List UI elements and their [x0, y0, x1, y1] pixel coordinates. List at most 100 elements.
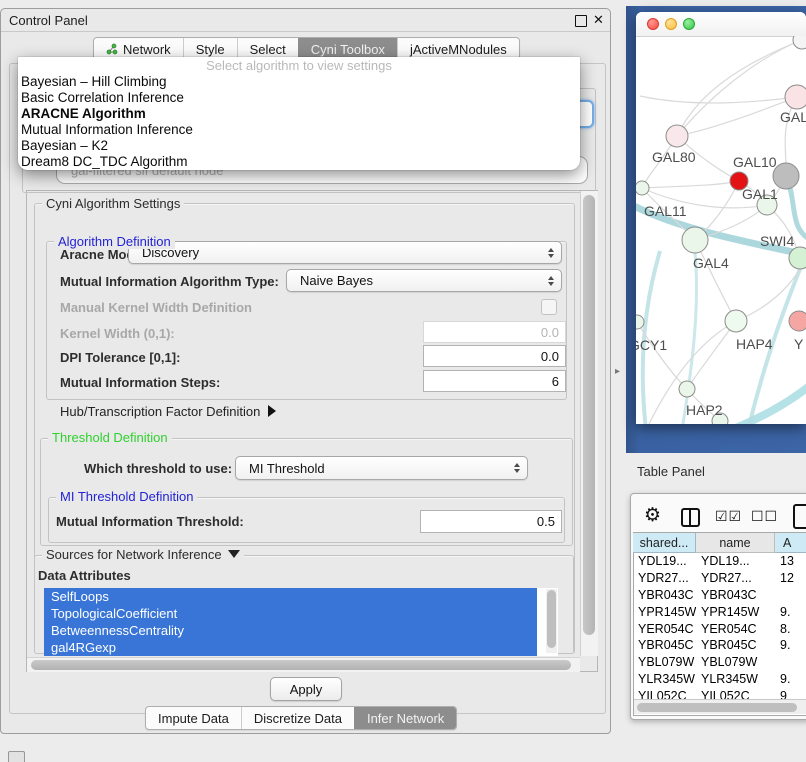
show-columns-icon[interactable] — [681, 508, 700, 527]
expander-arrow-icon — [268, 405, 276, 417]
gear-icon[interactable]: ⚙ — [644, 504, 661, 526]
table-cell: 12 — [775, 571, 806, 585]
table-cell: 9 — [775, 689, 806, 699]
network-node[interactable] — [725, 310, 747, 332]
which-threshold-value: MI Threshold — [249, 461, 325, 476]
tab-infer-network[interactable]: Infer Network — [354, 707, 456, 729]
network-node[interactable] — [636, 315, 644, 329]
table-scrollbar-thumb[interactable] — [637, 703, 797, 712]
select-all-columns-icon[interactable]: ☑☑ — [715, 509, 742, 525]
algorithm-option[interactable]: Dream8 DC_TDC Algorithm — [18, 154, 580, 170]
sources-title[interactable]: Sources for Network Inference — [42, 547, 244, 562]
hub-definition-expander[interactable]: Hub/Transcription Factor Definition — [60, 404, 276, 419]
tab-discretize-data[interactable]: Discretize Data — [241, 707, 354, 729]
data-attribute-item[interactable]: TopologicalCoefficient — [44, 605, 537, 622]
screen: Control Panel ✕ Network Style Select Cyn… — [0, 0, 806, 762]
dpi-tolerance-label: DPI Tolerance [0,1]: — [60, 350, 180, 365]
mi-threshold-field[interactable]: 0.5 — [420, 510, 562, 533]
column-header-name[interactable]: name — [696, 533, 775, 553]
mi-algorithm-type-combobox[interactable]: Naive Bayes — [286, 269, 562, 292]
window-minimize-button[interactable] — [665, 18, 677, 30]
attributes-list-scrollbar[interactable] — [546, 589, 557, 653]
mi-steps-field[interactable]: 6 — [423, 370, 566, 392]
network-node[interactable] — [785, 85, 806, 109]
kernel-width-value: 0.0 — [541, 325, 559, 340]
algorithm-option[interactable]: Basic Correlation Inference — [18, 90, 580, 106]
window-close-button[interactable] — [647, 18, 659, 30]
tab-impute-data[interactable]: Impute Data — [146, 707, 241, 729]
table-cell: YBL079W — [633, 655, 696, 669]
table-cell: YDL19... — [633, 554, 696, 568]
network-node[interactable] — [793, 36, 806, 49]
network-node[interactable] — [679, 381, 695, 397]
data-attribute-item[interactable]: BetweennessCentrality — [44, 622, 537, 639]
apply-button-label: Apply — [290, 682, 323, 697]
table-cell: YER054C — [633, 622, 696, 636]
network-node[interactable] — [666, 125, 688, 147]
network-node-label: HAP4 — [736, 336, 773, 352]
table-cell: YBR045C — [696, 638, 775, 652]
table-cell: 9. — [775, 605, 806, 619]
network-node[interactable] — [789, 311, 806, 331]
network-node-label: Y — [794, 336, 804, 352]
network-node-label: GAL4 — [693, 255, 729, 271]
table-body: YDL19...YDL19...13YDR27...YDR27...12YBR0… — [633, 553, 806, 699]
tab-infer-network-label: Infer Network — [367, 711, 444, 726]
horizontal-scrollbar-thumb[interactable] — [31, 660, 571, 670]
settings-horizontal-scrollbar[interactable] — [27, 657, 580, 672]
table-row[interactable]: YDR27...YDR27...12 — [633, 570, 806, 587]
table-row[interactable]: YLR345WYLR345W9. — [633, 671, 806, 688]
table-horizontal-scrollbar[interactable] — [634, 699, 806, 714]
network-canvas[interactable]: GALGAL80GAL10GAL1GAL11GAL4SWI4GCY1HAP4YH… — [636, 36, 806, 424]
table-cell: 13 — [775, 554, 806, 568]
split-pane-collapse-icon[interactable]: ▸ — [615, 366, 620, 377]
table-row[interactable]: YER054CYER054C8. — [633, 620, 806, 637]
table-cell: YDR27... — [696, 571, 775, 585]
mi-threshold-label: Mutual Information Threshold: — [56, 514, 244, 529]
table-row[interactable]: YBL079WYBL079W — [633, 654, 806, 671]
minimized-panel-icon[interactable] — [8, 751, 25, 762]
aracne-mode-combobox[interactable]: Discovery — [128, 241, 562, 264]
network-node[interactable] — [682, 227, 708, 253]
algorithm-option[interactable]: Mutual Information Inference — [18, 122, 580, 138]
table-row[interactable]: YBR045CYBR045C9. — [633, 637, 806, 654]
table-row[interactable]: YBR043CYBR043C — [633, 587, 806, 604]
network-node-label: GAL11 — [644, 203, 687, 219]
network-node[interactable] — [789, 247, 806, 269]
table-cell: YPR145W — [696, 605, 775, 619]
settings-vertical-scrollbar[interactable] — [580, 191, 598, 656]
column-header-partial[interactable]: A — [775, 533, 806, 553]
kernel-width-field[interactable]: 0.0 — [423, 321, 566, 343]
unselect-all-columns-icon[interactable]: ☐☐ — [751, 509, 778, 525]
apply-button[interactable]: Apply — [270, 677, 342, 701]
manual-kernel-width-checkbox[interactable] — [541, 299, 557, 315]
attributes-scrollbar-thumb[interactable] — [547, 590, 556, 648]
data-attribute-item[interactable]: SelfLoops — [44, 588, 537, 605]
close-icon[interactable]: ✕ — [593, 12, 604, 28]
mi-algorithm-type-value: Naive Bayes — [300, 273, 373, 288]
combo-arrows-icon — [548, 248, 554, 258]
table-panel-title: Table Panel — [637, 464, 705, 479]
algorithm-option[interactable]: Bayesian – Hill Climbing — [18, 74, 580, 90]
network-node[interactable] — [636, 181, 649, 195]
table-row[interactable]: YDL19...YDL19...13 — [633, 553, 806, 570]
dpi-tolerance-value: 0.0 — [541, 349, 559, 364]
cyni-algorithm-settings-title: Cyni Algorithm Settings — [42, 196, 184, 211]
vertical-scrollbar-thumb[interactable] — [583, 195, 595, 635]
table-cell: YPR145W — [633, 605, 696, 619]
which-threshold-combobox[interactable]: MI Threshold — [235, 456, 528, 480]
data-attribute-item[interactable]: gal4RGexp — [44, 639, 537, 656]
float-window-icon[interactable] — [575, 15, 587, 27]
column-header-shared-name[interactable]: shared... — [633, 533, 696, 553]
import-table-icon[interactable] — [793, 504, 806, 529]
mi-steps-label: Mutual Information Steps: — [60, 375, 220, 390]
algorithm-option[interactable]: ARACNE Algorithm — [18, 106, 580, 122]
table-row[interactable]: YIL052CYIL052C9 — [633, 687, 806, 699]
network-tab-icon — [106, 43, 118, 55]
dpi-tolerance-field[interactable]: 0.0 — [423, 345, 566, 367]
network-window-titlebar[interactable] — [636, 12, 806, 37]
combo-arrows-icon — [514, 463, 520, 473]
window-zoom-button[interactable] — [683, 18, 695, 30]
algorithm-option[interactable]: Bayesian – K2 — [18, 138, 580, 154]
table-row[interactable]: YPR145WYPR145W9. — [633, 603, 806, 620]
